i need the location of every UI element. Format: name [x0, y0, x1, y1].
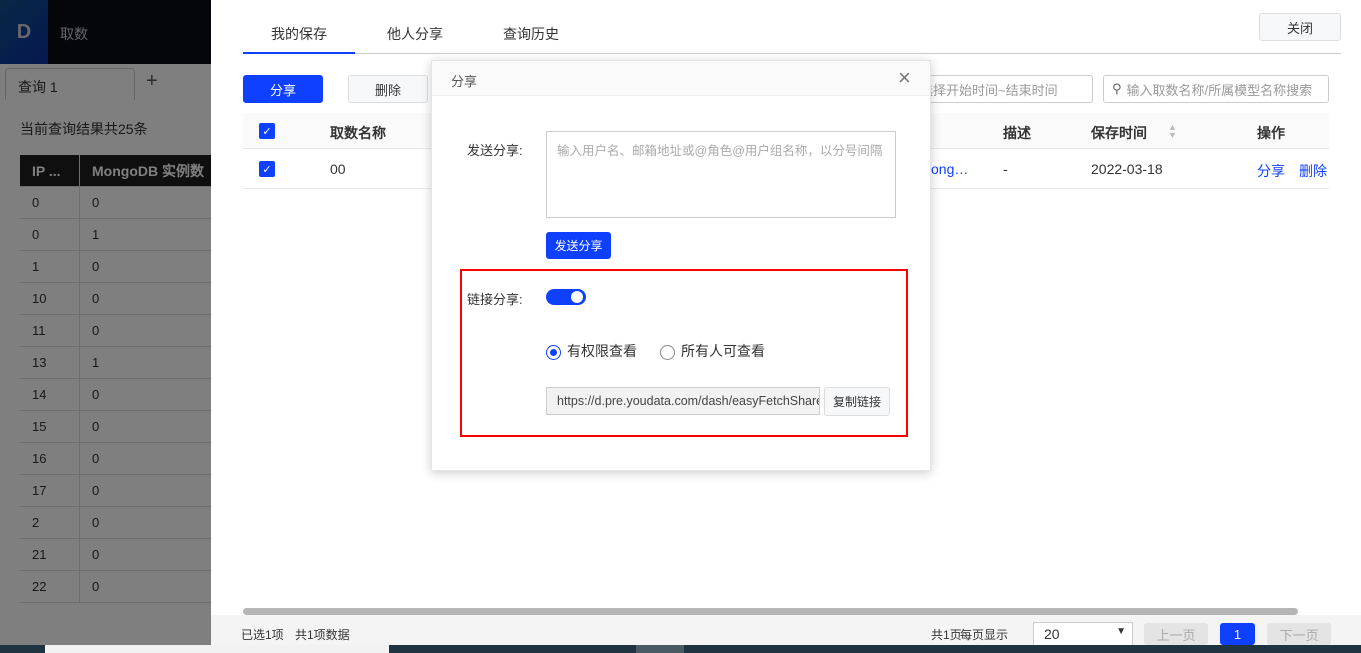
- recipients-placeholder: 输入用户名、邮箱地址或@角色@用户组名称，以分号间隔: [557, 144, 882, 158]
- page-count: 共1页: [931, 626, 962, 643]
- link-share-toggle[interactable]: [546, 289, 586, 305]
- search-placeholder: 输入取数名称/所属模型名称搜索: [1127, 80, 1313, 99]
- overlay-mask: [0, 0, 211, 645]
- row-model-link[interactable]: ong…: [931, 161, 968, 177]
- column-name: 取数名称: [330, 123, 386, 143]
- selected-count: 已选1项: [241, 626, 284, 643]
- link-share-label: 链接分享:: [467, 289, 523, 308]
- search-input[interactable]: ⚲ 输入取数名称/所属模型名称搜索: [1103, 75, 1329, 103]
- row-time: 2022-03-18: [1091, 161, 1163, 177]
- chevron-down-icon: ▼: [1116, 626, 1126, 637]
- column-ops: 操作: [1257, 123, 1285, 143]
- dialog-title: 分享: [451, 71, 477, 90]
- radio-permission[interactable]: 有权限查看: [546, 341, 637, 361]
- dialog-header: 分享 ×: [432, 61, 930, 96]
- radio-label: 有权限查看: [567, 343, 637, 359]
- per-page-value: 20: [1044, 626, 1060, 642]
- radio-unchecked-icon: [660, 345, 675, 360]
- tab-my-saved[interactable]: 我的保存: [271, 24, 327, 44]
- radio-label: 所有人可查看: [681, 343, 765, 359]
- row-delete-link[interactable]: 删除: [1299, 161, 1327, 181]
- sort-icon[interactable]: ▲▼: [1168, 123, 1177, 139]
- column-time[interactable]: 保存时间: [1091, 123, 1147, 143]
- per-page-label: 每页显示: [960, 626, 1008, 643]
- tab-query-history[interactable]: 查询历史: [503, 24, 559, 44]
- row-name: 00: [330, 161, 346, 177]
- search-icon: ⚲: [1112, 81, 1122, 97]
- share-button[interactable]: 分享: [243, 75, 323, 103]
- row-checkbox[interactable]: ✓: [259, 161, 275, 177]
- recipients-textarea[interactable]: 输入用户名、邮箱地址或@角色@用户组名称，以分号间隔: [546, 131, 896, 218]
- close-button[interactable]: 关闭: [1259, 13, 1341, 41]
- share-link-field[interactable]: https://d.pre.youdata.com/dash/easyFetch…: [546, 387, 820, 415]
- share-dialog: 分享 × 发送分享: 输入用户名、邮箱地址或@角色@用户组名称，以分号间隔 发送…: [431, 60, 931, 471]
- radio-everyone[interactable]: 所有人可查看: [660, 341, 765, 361]
- next-page-button[interactable]: 下一页: [1267, 623, 1331, 645]
- prev-page-button[interactable]: 上一页: [1144, 623, 1208, 645]
- page-1-button[interactable]: 1: [1220, 623, 1255, 645]
- send-share-label: 发送分享:: [467, 140, 523, 159]
- send-share-button[interactable]: 发送分享: [546, 232, 611, 259]
- share-link-text: https://d.pre.youdata.com/dash/easyFetch…: [557, 394, 820, 408]
- row-share-link[interactable]: 分享: [1257, 161, 1285, 181]
- column-desc: 描述: [1003, 123, 1031, 143]
- radio-checked-icon: [546, 345, 561, 360]
- close-icon[interactable]: ×: [898, 65, 911, 91]
- delete-button[interactable]: 删除: [348, 75, 428, 103]
- taskbar-strip: [0, 645, 1361, 653]
- tab-divider: [243, 53, 1341, 54]
- date-placeholder: 选择开始时间~结束时间: [920, 80, 1058, 99]
- active-tab-indicator: [243, 52, 355, 54]
- copy-link-button[interactable]: 复制链接: [824, 387, 890, 416]
- tab-shared-by-others[interactable]: 他人分享: [387, 24, 443, 44]
- horizontal-scrollbar[interactable]: [243, 608, 1298, 615]
- row-desc: -: [1003, 161, 1008, 177]
- select-all-checkbox[interactable]: ✓: [259, 123, 275, 139]
- per-page-select[interactable]: 20 ▼: [1033, 622, 1133, 646]
- pagination-footer: 已选1项 共1项数据 共1页 每页显示 20 ▼ 上一页 1 下一页: [211, 615, 1361, 645]
- date-range-input[interactable]: 选择开始时间~结束时间: [911, 75, 1093, 103]
- total-count: 共1项数据: [295, 626, 350, 643]
